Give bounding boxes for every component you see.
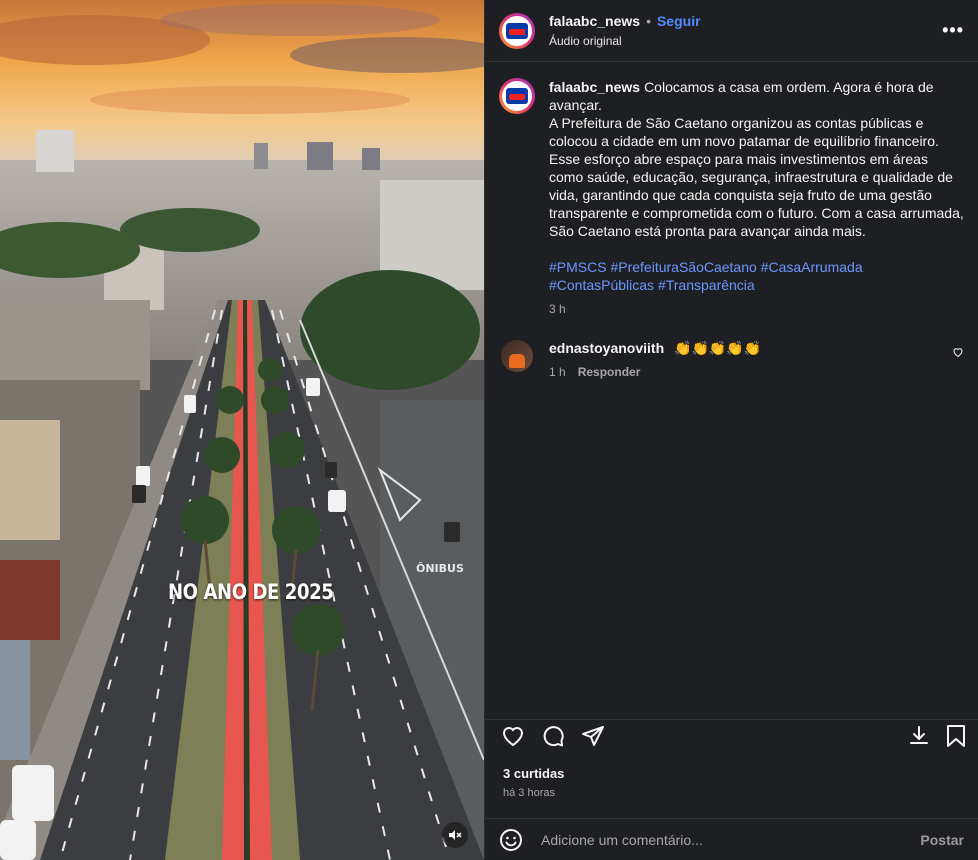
caption-line-2: A Prefeitura de São Caetano organizou as… (549, 115, 964, 239)
emoji-icon[interactable] (499, 828, 523, 852)
speaker-muted-icon (449, 830, 462, 840)
share-send-icon[interactable] (581, 724, 605, 748)
falaabc-logo-icon (506, 88, 528, 104)
author-username[interactable]: falaabc_news (549, 13, 640, 29)
action-bar (485, 720, 978, 754)
caption-hashtags[interactable]: #PMSCS #PrefeituraSãoCaetano #CasaArruma… (549, 258, 964, 294)
audio-label[interactable]: Áudio original (549, 34, 701, 48)
comment-text: 👏👏👏👏👏 (674, 340, 762, 356)
caption-time: 3 h (549, 302, 566, 316)
follow-button[interactable]: Seguir (657, 13, 701, 29)
comment-bubble-icon[interactable] (541, 724, 565, 748)
download-icon[interactable] (907, 724, 931, 748)
comments-section: falaabc_news Colocamos a casa em ordem. A… (485, 62, 978, 720)
comment-time: 1 h (549, 365, 566, 379)
video-overlay-text: NO ANO DE 2025 (168, 580, 334, 604)
add-comment-bar: Adicione um comentário... Postar (485, 818, 978, 860)
commenter-username[interactable]: ednastoyanoviith (549, 340, 664, 356)
caption-username[interactable]: falaabc_news (549, 79, 640, 95)
comment-item: ednastoyanoviith 👏👏👏👏👏 1 h Responder (499, 340, 964, 379)
commenter-avatar[interactable] (501, 340, 533, 372)
author-avatar[interactable] (499, 12, 535, 49)
falaabc-logo-icon (506, 22, 528, 39)
likes-count[interactable]: 3 curtidas (503, 766, 564, 781)
caption: falaabc_news Colocamos a casa em ordem. A… (499, 78, 964, 318)
post-media[interactable]: ÔNIBUS NO ANO DE 2025 (0, 0, 484, 860)
mute-button[interactable] (442, 822, 468, 848)
post-timestamp: há 3 horas (503, 787, 555, 799)
more-options-icon[interactable]: ••• (942, 20, 964, 41)
save-bookmark-icon[interactable] (945, 724, 967, 748)
post-header: falaabc_news • Seguir Áudio original ••• (485, 0, 978, 62)
bus-lane-marking: ÔNIBUS (416, 562, 464, 575)
post-details-panel: falaabc_news • Seguir Áudio original ••• f… (484, 0, 978, 860)
like-heart-icon[interactable] (501, 724, 525, 748)
comment-like-heart-icon[interactable] (952, 346, 964, 358)
caption-avatar[interactable] (499, 78, 535, 114)
post-comment-button[interactable]: Postar (920, 832, 964, 848)
reply-button[interactable]: Responder (578, 365, 641, 379)
city-aerial-image: ÔNIBUS (0, 0, 484, 860)
comment-input[interactable]: Adicione um comentário... (541, 832, 920, 848)
